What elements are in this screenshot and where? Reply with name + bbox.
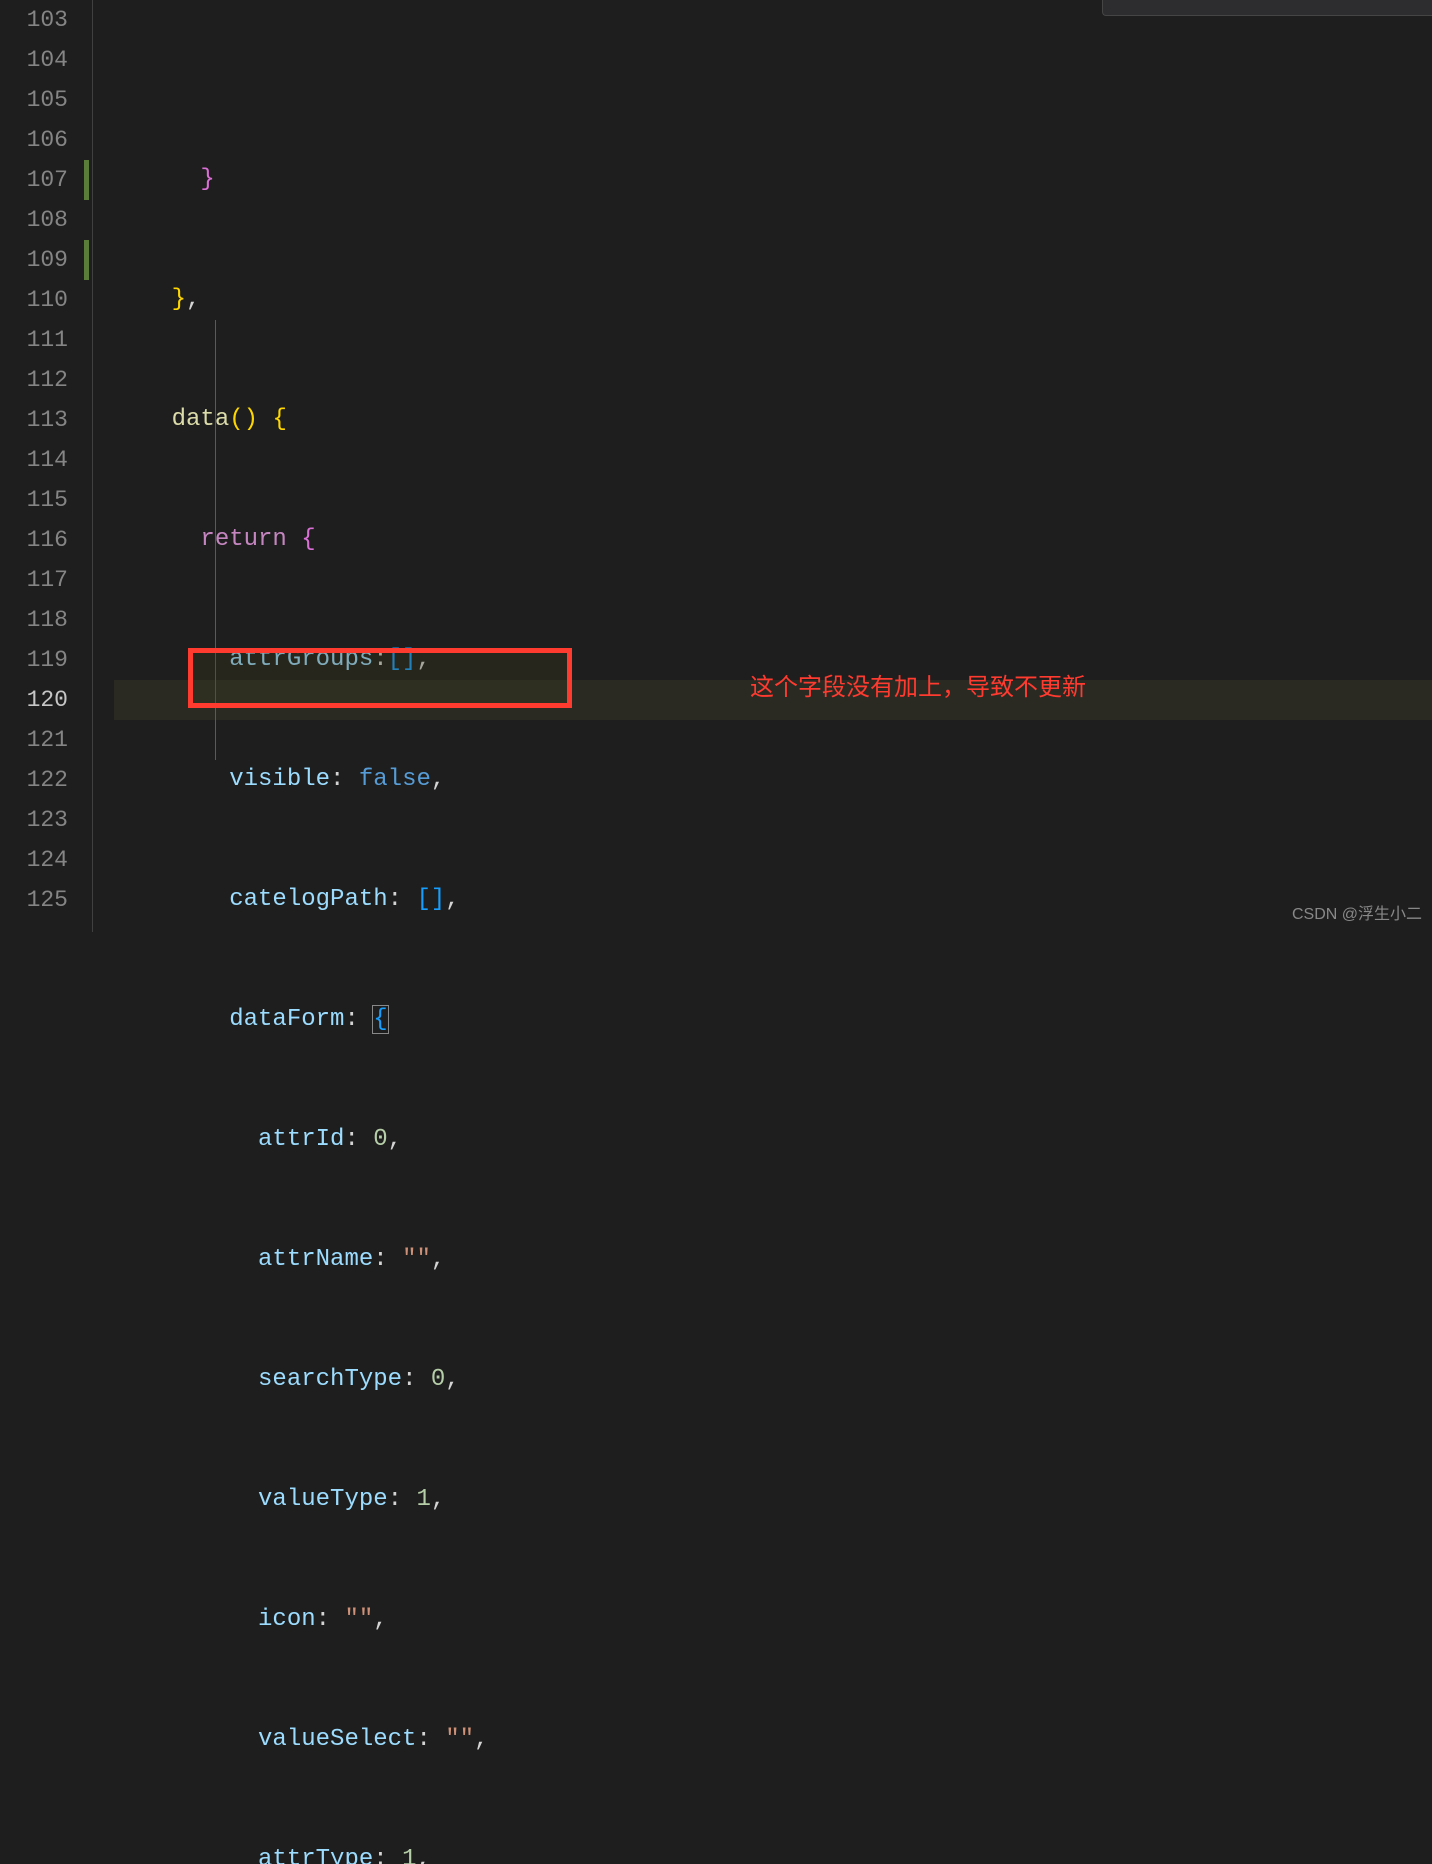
- watermark: CSDN @浮生小二: [1292, 900, 1422, 924]
- colon: :: [316, 1606, 345, 1633]
- line-number[interactable]: 117: [0, 560, 84, 600]
- brace-open: {: [372, 1005, 388, 1034]
- comma: ,: [431, 1246, 445, 1273]
- line-number[interactable]: 112: [0, 360, 84, 400]
- code-line[interactable]: icon: "",: [114, 1600, 1432, 1640]
- keyword-return: return: [200, 526, 286, 553]
- brace-open: {: [272, 406, 286, 433]
- code-line[interactable]: attrType: 1,: [114, 1840, 1432, 1864]
- brackets: []: [416, 886, 445, 913]
- code-line[interactable]: data() {: [114, 400, 1432, 440]
- code-line[interactable]: attrName: "",: [114, 1240, 1432, 1280]
- code-editor[interactable]: 103 104 105 106 107 108 109 110 111 112 …: [0, 0, 1432, 932]
- brace-open: {: [301, 526, 315, 553]
- code-line[interactable]: visible: false,: [114, 760, 1432, 800]
- line-number[interactable]: 124: [0, 840, 84, 880]
- property: valueType: [258, 1486, 388, 1513]
- comma: ,: [431, 766, 445, 793]
- line-number[interactable]: 119: [0, 640, 84, 680]
- number: 1: [416, 1486, 430, 1513]
- code-line[interactable]: return {: [114, 520, 1432, 560]
- comma: ,: [416, 1846, 430, 1864]
- line-number[interactable]: 121: [0, 720, 84, 760]
- brace-close: }: [172, 286, 186, 313]
- comma: ,: [416, 646, 430, 673]
- line-number[interactable]: 105: [0, 80, 84, 120]
- property: attrType: [258, 1846, 373, 1864]
- line-number[interactable]: 115: [0, 480, 84, 520]
- number: 1: [402, 1846, 416, 1864]
- property: attrName: [258, 1246, 373, 1273]
- line-number[interactable]: 113: [0, 400, 84, 440]
- property: searchType: [258, 1366, 402, 1393]
- code-line[interactable]: attrId: 0,: [114, 1120, 1432, 1160]
- property: visible: [229, 766, 330, 793]
- indent-guide: [215, 320, 216, 760]
- string: "": [445, 1726, 474, 1753]
- property: valueSelect: [258, 1726, 416, 1753]
- line-number-gutter[interactable]: 103 104 105 106 107 108 109 110 111 112 …: [0, 0, 84, 932]
- colon: :: [388, 886, 417, 913]
- comma: ,: [373, 1606, 387, 1633]
- comma: ,: [388, 1126, 402, 1153]
- comma: ,: [474, 1726, 488, 1753]
- line-number[interactable]: 125: [0, 880, 84, 920]
- colon: :: [416, 1726, 445, 1753]
- hover-popup-edge: [1102, 0, 1432, 16]
- boolean: false: [359, 766, 431, 793]
- colon: :: [330, 766, 359, 793]
- line-number[interactable]: 116: [0, 520, 84, 560]
- annotation-text: 这个字段没有加上，导致不更新: [750, 668, 1086, 708]
- colon: :: [344, 1006, 373, 1033]
- string: "": [344, 1606, 373, 1633]
- brackets: []: [388, 646, 417, 673]
- parens: (): [229, 406, 258, 433]
- fold-column[interactable]: [92, 0, 114, 932]
- colon: :: [388, 1486, 417, 1513]
- line-number[interactable]: 118: [0, 600, 84, 640]
- code-line[interactable]: }: [114, 160, 1432, 200]
- code-line[interactable]: valueSelect: "",: [114, 1720, 1432, 1760]
- method-name: data: [172, 406, 230, 433]
- line-number[interactable]: 106: [0, 120, 84, 160]
- property: catelogPath: [229, 886, 387, 913]
- brace-close: }: [200, 166, 214, 193]
- comma: ,: [445, 1366, 459, 1393]
- line-number[interactable]: 122: [0, 760, 84, 800]
- code-line[interactable]: searchType: 0,: [114, 1360, 1432, 1400]
- code-line[interactable]: valueType: 1,: [114, 1480, 1432, 1520]
- line-number[interactable]: 108: [0, 200, 84, 240]
- line-number[interactable]: 111: [0, 320, 84, 360]
- property: icon: [258, 1606, 316, 1633]
- line-number[interactable]: 109: [0, 240, 84, 280]
- code-content[interactable]: } }, data() { return { attrGroups:[], vi…: [114, 0, 1432, 932]
- colon: :: [373, 1246, 402, 1273]
- line-number[interactable]: 107: [0, 160, 84, 200]
- colon: :: [373, 646, 387, 673]
- property: attrGroups: [229, 646, 373, 673]
- line-number[interactable]: 110: [0, 280, 84, 320]
- colon: :: [402, 1366, 431, 1393]
- line-number[interactable]: 104: [0, 40, 84, 80]
- line-number[interactable]: 103: [0, 0, 84, 40]
- line-number[interactable]: 114: [0, 440, 84, 480]
- number: 0: [373, 1126, 387, 1153]
- line-number[interactable]: 120: [0, 680, 84, 720]
- comma: ,: [431, 1486, 445, 1513]
- colon: :: [344, 1126, 373, 1153]
- change-marker-column: [84, 0, 92, 932]
- comma: ,: [186, 286, 200, 313]
- line-number[interactable]: 123: [0, 800, 84, 840]
- comma: ,: [445, 886, 459, 913]
- code-line[interactable]: dataForm: {: [114, 1000, 1432, 1040]
- code-line[interactable]: catelogPath: [],: [114, 880, 1432, 920]
- colon: :: [373, 1846, 402, 1864]
- number: 0: [431, 1366, 445, 1393]
- code-line[interactable]: },: [114, 280, 1432, 320]
- property: dataForm: [229, 1006, 344, 1033]
- string: "": [402, 1246, 431, 1273]
- property: attrId: [258, 1126, 344, 1153]
